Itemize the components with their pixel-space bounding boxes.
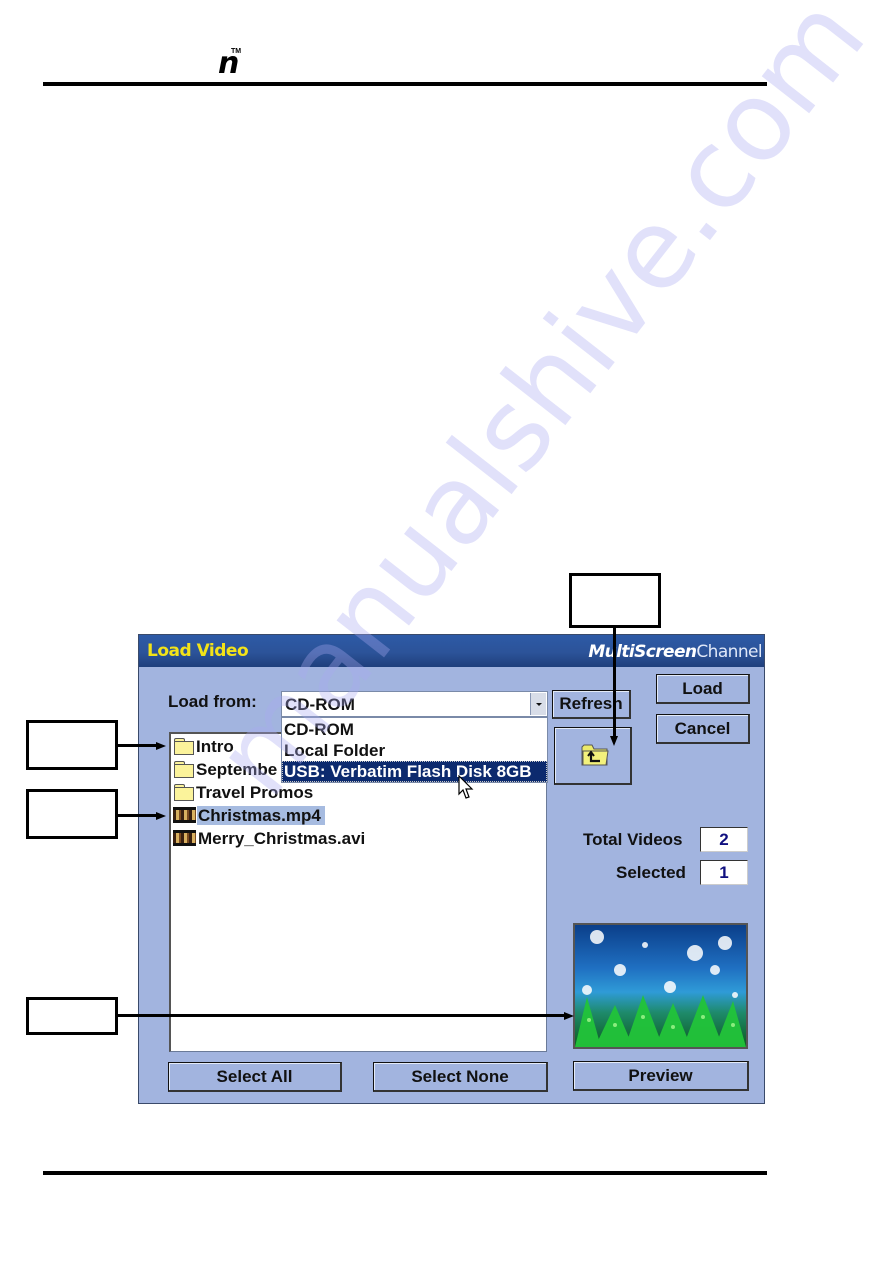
list-item-folder[interactable]: Travel Promos (173, 782, 317, 804)
callout-arrow-up-folder (610, 736, 618, 746)
preview-button[interactable]: Preview (573, 1061, 749, 1091)
total-videos-label: Total Videos (583, 830, 683, 849)
footer-rule (43, 1171, 767, 1175)
folder-icon (173, 738, 194, 755)
snowflakes (582, 930, 738, 998)
callout-leader-video-file (117, 814, 157, 817)
film-strip-icon (173, 830, 196, 846)
folder-icon (173, 761, 194, 778)
brand-light: Channel (696, 642, 762, 662)
folder-icon (173, 784, 194, 801)
refresh-button[interactable]: Refresh (552, 690, 631, 719)
cancel-button[interactable]: Cancel (656, 714, 750, 744)
up-folder-button[interactable] (554, 727, 632, 785)
select-all-button[interactable]: Select All (168, 1062, 342, 1092)
callout-arrow-folders (156, 742, 166, 750)
list-item-video[interactable]: Christmas.mp4 (173, 805, 325, 827)
dropdown-option-usb[interactable]: USB: Verbatim Flash Disk 8GB (282, 761, 547, 782)
list-item-video[interactable]: Merry_Christmas.avi (173, 828, 369, 850)
video-preview-thumbnail (573, 923, 748, 1049)
list-item-folder[interactable]: Intro (173, 736, 238, 758)
chevron-down-icon[interactable] (530, 693, 546, 715)
callout-arrow-video-file (156, 812, 166, 820)
brand-logo: n (218, 46, 240, 81)
callout-leader-folders (117, 744, 157, 747)
dropdown-option-local-folder[interactable]: Local Folder (282, 740, 547, 761)
callout-box-up-folder (569, 573, 661, 628)
christmas-trees (575, 995, 746, 1047)
load-from-label: Load from: (168, 692, 257, 711)
load-video-dialog: Load Video MultiScreenChannel Load from:… (138, 634, 765, 1104)
callout-leader-preview (117, 1014, 565, 1017)
select-none-button[interactable]: Select None (373, 1062, 548, 1092)
load-button[interactable]: Load (656, 674, 750, 704)
trademark-mark: TM (231, 48, 242, 55)
callout-box-video-file (26, 789, 118, 839)
preview-scene (575, 930, 746, 1047)
callout-box-preview (26, 997, 118, 1035)
dropdown-option-cd-rom[interactable]: CD-ROM (282, 719, 547, 740)
total-videos-value: 2 (700, 827, 748, 852)
brand-bold: MultiScreen (588, 642, 697, 662)
callout-leader-up-folder (613, 627, 616, 737)
callout-box-folders (26, 720, 118, 770)
folder-up-icon (581, 744, 609, 766)
list-item-folder[interactable]: Septembe (173, 759, 281, 781)
film-strip-icon (173, 807, 196, 823)
header-rule (43, 82, 767, 86)
dialog-titlebar: Load Video MultiScreenChannel (139, 635, 764, 667)
selected-value: 1 (700, 860, 748, 885)
load-from-dropdown: CD-ROM Local Folder USB: Verbatim Flash … (281, 717, 548, 783)
mouse-pointer-icon (458, 775, 474, 799)
load-from-value: CD-ROM (285, 695, 355, 714)
selected-label: Selected (616, 863, 686, 882)
dialog-title: Load Video (147, 641, 249, 661)
callout-arrow-preview (564, 1012, 574, 1020)
load-from-select[interactable]: CD-ROM (281, 691, 548, 717)
